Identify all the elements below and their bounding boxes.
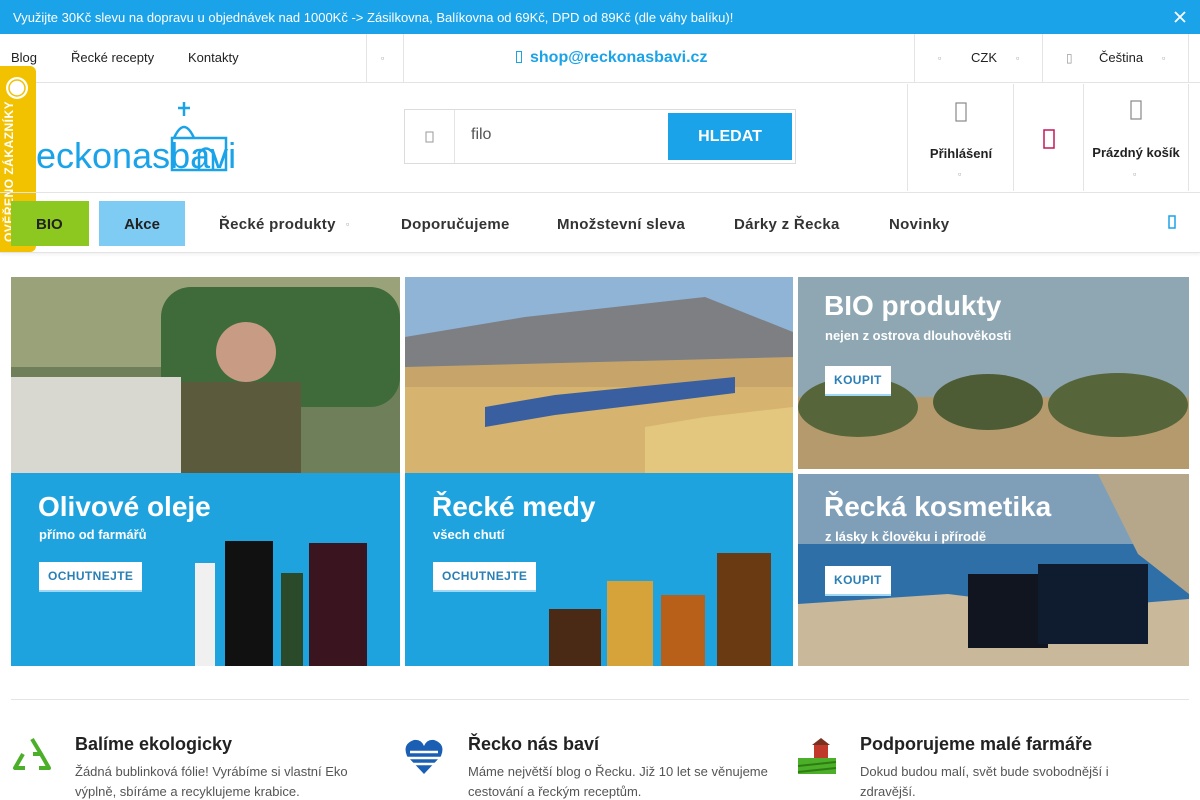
search-icon[interactable] [405,110,455,163]
main-nav: BIO Akce Řecké produkty ▫ Doporučujeme M… [0,192,1200,253]
chevron-down-icon: ▫ [346,219,350,229]
login-button[interactable]: Přihlášení ▫ [907,84,1014,191]
shipping-notice-bar: Využijte 30Kč slevu na dopravu u objedná… [0,0,1200,34]
feature-title: Podporujeme malé farmáře [860,734,1093,754]
nav-bio[interactable]: BIO [11,201,89,246]
recycle-icon [13,737,51,770]
banner-bio[interactable]: BIO produkty nejen z ostrova dlouhověkos… [798,277,1189,469]
email-text: shop@reckonasbavi.cz [530,49,708,66]
honey-jars [549,553,771,666]
banner-subtitle: z lásky k člověku i přírodě [825,529,987,544]
beehives-photo [405,277,793,473]
link-recipes[interactable]: Řecké recepty [71,50,154,65]
feature-title: Řecko nás baví [468,734,600,754]
divider [914,34,915,82]
divider [1042,34,1043,82]
banner-panel: Řecké medy všech chutí OCHUTNEJTE [405,473,793,666]
nav-quantity-discount[interactable]: Množstevní sleva [557,216,685,233]
chevron-down-icon: ▫ [958,169,962,179]
language-selector[interactable]: Čeština [1099,50,1143,65]
cart-label: Prázdný košík [1092,145,1180,160]
nav-greek-products[interactable]: Řecké produkty [219,216,336,233]
currency-icon: ▫ [938,53,942,63]
chevron-down-icon: ▫ [1162,53,1166,63]
banner-title: Řecká kosmetika [824,491,1052,522]
banner-honey[interactable]: Řecké medy všech chutí OCHUTNEJTE [405,277,793,666]
cart-icon [1130,100,1142,120]
link-blog[interactable]: Blog [11,50,37,65]
divider [403,34,404,82]
banner-cosmetics[interactable]: Řecká kosmetika z lásky k člověku i přír… [798,474,1189,666]
cta-button[interactable]: OCHUTNEJTE [433,562,537,592]
close-icon[interactable] [1172,9,1188,25]
banner-olive-oils[interactable]: Olivové oleje přímo od farmářů OCHUTNEJT… [11,277,400,666]
chevron-down-icon: ▫ [1133,169,1137,179]
search-box: HLEDAT [404,109,796,164]
cta-button[interactable]: KOUPIT [825,566,891,596]
divider [11,699,1189,700]
more-icon[interactable]: ▫ [381,53,384,63]
oil-bottles [195,541,367,666]
cta-button[interactable]: KOUPIT [825,366,891,396]
farm-icon [797,738,837,774]
cta-button[interactable]: OCHUTNEJTE [39,562,143,592]
banner-subtitle: všech chutí [433,527,505,542]
user-icon [955,102,967,122]
site-logo[interactable]: eckonasbavi.cz [36,98,236,178]
logo-text: eckonasbavi.cz [36,135,236,176]
feature-desc: Dokud budou malí, svět bude svobodnější … [860,764,1109,799]
cart-button[interactable]: Prázdný košík ▫ [1083,84,1189,191]
nav-gifts[interactable]: Dárky z Řecka [734,216,840,233]
search-button[interactable]: HLEDAT [668,113,792,160]
wishlist-button[interactable] [1013,84,1084,191]
banner-subtitle: přímo od farmářů [39,527,147,542]
search-input[interactable] [471,126,661,144]
phone-icon [516,51,522,63]
divider [366,34,367,82]
nav-search-icon[interactable] [1168,215,1176,229]
nav-recommended[interactable]: Doporučujeme [401,216,510,233]
farmer-photo [11,277,400,473]
currency-selector[interactable]: CZK [971,50,997,65]
feature-desc: Máme největší blog o Řecku. Již 10 let s… [468,764,768,799]
link-contacts[interactable]: Kontakty [188,50,239,65]
feature-desc: Žádná bublinková fólie! Vyrábíme si vlas… [75,764,348,799]
banner-subtitle: nejen z ostrova dlouhověkosti [825,328,1012,343]
language-icon: ▯ [1066,51,1073,65]
nav-akce[interactable]: Akce [99,201,185,246]
heart-icon [1043,129,1055,149]
divider [1188,34,1189,82]
banner-title: Olivové oleje [38,491,211,522]
email-link[interactable]: shop@reckonasbavi.cz [516,49,707,67]
nav-new[interactable]: Novinky [889,216,949,233]
banner-panel: Olivové oleje přímo od farmářů OCHUTNEJT… [11,473,400,666]
greek-flag-heart-icon [405,739,443,774]
feature-title: Balíme ekologicky [75,734,233,754]
notice-text: Využijte 30Kč slevu na dopravu u objedná… [13,10,734,25]
login-label: Přihlášení [929,146,993,161]
chevron-down-icon: ▫ [1016,53,1020,63]
top-utility-bar: Blog Řecké recepty Kontakty ▫ shop@recko… [0,34,1200,83]
verified-seal-icon [6,77,28,99]
banner-title: Řecké medy [432,491,596,522]
banner-title: BIO produkty [824,290,1002,321]
